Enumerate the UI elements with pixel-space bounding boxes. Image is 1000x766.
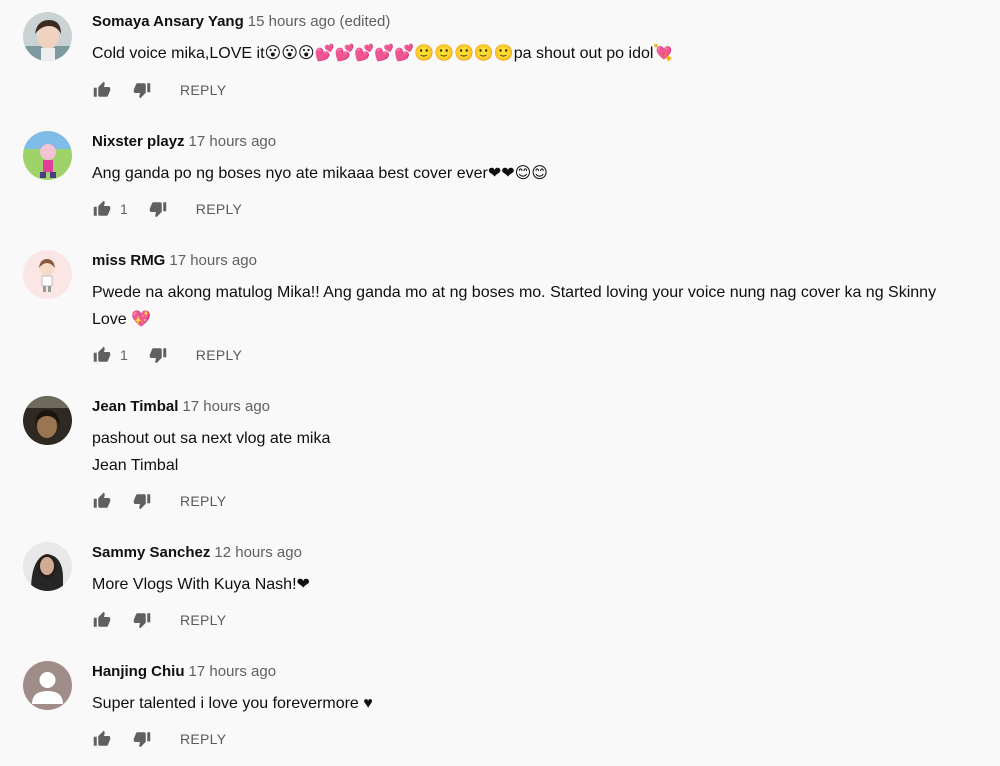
cartoon-girl-icon [23, 250, 72, 299]
comment-text-line: Super talented i love you forevermore ♥ [92, 695, 373, 712]
avatar[interactable] [23, 12, 72, 61]
comment-timestamp[interactable]: 12 hours ago [214, 544, 302, 561]
comment-timestamp[interactable]: 17 hours ago [182, 398, 270, 415]
avatar[interactable] [23, 661, 72, 710]
comment-author[interactable]: Somaya Ansary Yang [92, 13, 244, 30]
avatar[interactable] [23, 542, 72, 591]
like-count: 1 [120, 201, 128, 217]
like-count: 1 [120, 347, 128, 363]
comment-timestamp[interactable]: 15 hours ago (edited) [248, 13, 391, 30]
comment-timestamp[interactable]: 17 hours ago [189, 663, 277, 680]
comment-text: pashout out sa next vlog ate mika Jean T… [92, 425, 996, 479]
default-user-icon [23, 661, 72, 710]
comment-text-line: Cold voice mika,LOVE it😮😮😮💕💕💕💕💕🙂🙂🙂🙂🙂pa s… [92, 45, 674, 62]
reply-button[interactable]: REPLY [196, 201, 242, 217]
reply-button[interactable]: REPLY [180, 82, 226, 98]
comment-author[interactable]: Hanjing Chiu [92, 663, 185, 680]
avatar[interactable] [23, 250, 72, 299]
reply-button[interactable]: REPLY [196, 347, 242, 363]
comment-timestamp[interactable]: 17 hours ago [169, 252, 257, 269]
thumbs-down-icon[interactable] [132, 491, 152, 511]
reply-button[interactable]: REPLY [180, 493, 226, 509]
comment-author[interactable]: Sammy Sanchez [92, 544, 210, 561]
thumbs-down-icon[interactable] [132, 729, 152, 749]
thumbs-down-icon[interactable] [148, 199, 168, 219]
comment-text: Cold voice mika,LOVE it😮😮😮💕💕💕💕💕🙂🙂🙂🙂🙂pa s… [92, 40, 996, 67]
comment-author[interactable]: Nixster playz [92, 133, 185, 150]
comment-text: Ang ganda po ng boses nyo ate mikaaa bes… [92, 160, 996, 187]
thumbs-up-icon[interactable] [92, 610, 112, 630]
avatar[interactable] [23, 396, 72, 445]
thumbs-down-icon[interactable] [132, 80, 152, 100]
comment-author[interactable]: Jean Timbal [92, 398, 178, 415]
thumbs-up-icon[interactable] [92, 199, 112, 219]
avatar[interactable] [23, 131, 72, 180]
reply-button[interactable]: REPLY [180, 612, 226, 628]
thumbs-up-icon[interactable] [92, 345, 112, 365]
user-photo-icon [23, 542, 72, 591]
comment-text-line: More Vlogs With Kuya Nash!❤ [92, 576, 310, 593]
thumbs-up-icon[interactable] [92, 80, 112, 100]
comment-text-line: Jean Timbal [92, 457, 179, 474]
comment-text: Pwede na akong matulog Mika!! Ang ganda … [92, 279, 996, 333]
thumbs-up-icon[interactable] [92, 491, 112, 511]
comment-text: More Vlogs With Kuya Nash!❤ [92, 571, 996, 598]
user-photo-icon [23, 12, 72, 61]
comment-text-line: Love 💖 [92, 311, 152, 328]
comment-author[interactable]: miss RMG [92, 252, 165, 269]
reply-button[interactable]: REPLY [180, 731, 226, 747]
thumbs-down-icon[interactable] [132, 610, 152, 630]
comment-text: Super talented i love you forevermore ♥ [92, 690, 996, 717]
comment-text-line: pashout out sa next vlog ate mika [92, 430, 331, 447]
game-character-icon [23, 131, 72, 180]
comment-timestamp[interactable]: 17 hours ago [189, 133, 277, 150]
comment-text-line: Ang ganda po ng boses nyo ate mikaaa bes… [92, 165, 548, 182]
comment-text-line: Pwede na akong matulog Mika!! Ang ganda … [92, 284, 937, 301]
thumbs-down-icon[interactable] [148, 345, 168, 365]
user-photo-icon [23, 396, 72, 445]
thumbs-up-icon[interactable] [92, 729, 112, 749]
